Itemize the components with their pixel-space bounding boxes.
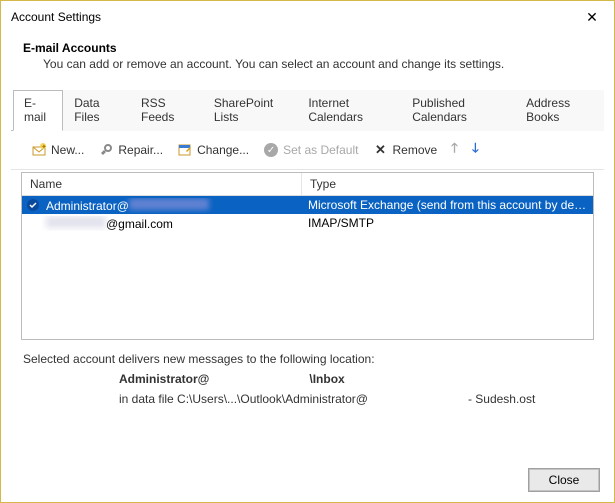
arrow-up-icon: 🡑 xyxy=(451,139,458,161)
delivery-location-value: Administrator@\Inbox xyxy=(119,372,614,386)
remove-icon: ✕ xyxy=(372,142,388,158)
remove-label: Remove xyxy=(392,143,437,157)
page-heading: E-mail Accounts xyxy=(23,41,596,55)
change-label: Change... xyxy=(197,143,249,157)
new-icon: ✦ xyxy=(31,142,47,158)
column-name[interactable]: Name xyxy=(22,173,302,195)
new-label: New... xyxy=(51,143,84,157)
set-default-label: Set as Default xyxy=(283,143,358,157)
tab-published-calendars[interactable]: Published Calendars xyxy=(401,90,515,131)
delivery-location-label: Selected account delivers new messages t… xyxy=(23,352,614,366)
repair-icon xyxy=(98,142,114,158)
arrow-down-icon: 🡓 xyxy=(472,139,479,161)
account-name: Administrator@ xyxy=(40,198,302,213)
change-button[interactable]: Change... xyxy=(173,140,253,160)
table-row[interactable]: @gmail.com IMAP/SMTP xyxy=(22,214,593,232)
default-account-icon xyxy=(22,198,40,212)
set-default-button: ✓ Set as Default xyxy=(259,140,362,160)
new-button[interactable]: ✦ New... xyxy=(27,140,88,160)
repair-button[interactable]: Repair... xyxy=(94,140,167,160)
remove-button[interactable]: ✕ Remove xyxy=(368,140,441,160)
toolbar: ✦ New... Repair... Change... ✓ Set as De… xyxy=(11,131,604,170)
tab-rss-feeds[interactable]: RSS Feeds xyxy=(130,90,203,131)
column-type[interactable]: Type xyxy=(302,173,593,195)
account-name: @gmail.com xyxy=(40,216,302,231)
accounts-table: Name Type Administrator@ Microsoft Excha… xyxy=(21,172,594,340)
tab-sharepoint-lists[interactable]: SharePoint Lists xyxy=(203,90,297,131)
tab-strip: E-mail Data Files RSS Feeds SharePoint L… xyxy=(11,89,604,131)
table-row[interactable]: Administrator@ Microsoft Exchange (send … xyxy=(22,196,593,214)
close-button[interactable]: Close xyxy=(528,468,600,492)
svg-text:✦: ✦ xyxy=(41,143,47,151)
repair-label: Repair... xyxy=(118,143,163,157)
close-icon[interactable]: ✕ xyxy=(578,7,606,27)
set-default-icon: ✓ xyxy=(263,142,279,158)
tab-data-files[interactable]: Data Files xyxy=(63,90,130,131)
account-type: Microsoft Exchange (send from this accou… xyxy=(302,198,593,212)
tab-address-books[interactable]: Address Books xyxy=(515,90,604,131)
page-subtitle: You can add or remove an account. You ca… xyxy=(43,57,596,71)
data-file-path: in data file C:\Users\...\Outlook\Admini… xyxy=(119,392,614,406)
move-up-button: 🡑 xyxy=(447,137,462,163)
tab-email[interactable]: E-mail xyxy=(13,90,63,131)
account-type: IMAP/SMTP xyxy=(302,216,593,230)
window-title: Account Settings xyxy=(11,10,101,24)
tab-internet-calendars[interactable]: Internet Calendars xyxy=(297,90,401,131)
change-icon xyxy=(177,142,193,158)
move-down-button[interactable]: 🡓 xyxy=(468,137,483,163)
